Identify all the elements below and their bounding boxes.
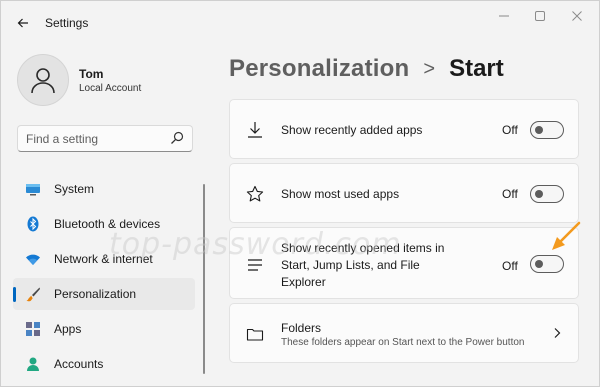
page-title: Start — [449, 55, 504, 82]
user-name: Tom — [79, 67, 104, 81]
settings-window: Settings Tom Local Account Find a settin… — [0, 0, 600, 387]
active-indicator — [13, 287, 16, 302]
user-profile[interactable]: Tom Local Account — [17, 54, 217, 106]
close-icon — [572, 11, 582, 21]
watermark: top-password.com — [109, 227, 402, 262]
close-button[interactable] — [561, 7, 593, 25]
sidebar-nav: System Bluetooth & devices Network & int… — [13, 173, 195, 383]
download-icon — [248, 122, 262, 138]
folders-description: These folders appear on Start next to th… — [281, 337, 525, 348]
setting-card-most-used: Show most used apps Off — [229, 163, 579, 223]
recently-opened-toggle[interactable] — [530, 255, 564, 273]
system-icon — [26, 184, 40, 196]
search-input[interactable]: Find a setting — [17, 125, 193, 152]
apps-icon — [26, 322, 40, 336]
brush-icon — [26, 287, 40, 302]
person-avatar-icon — [31, 68, 55, 94]
star-icon — [246, 185, 264, 202]
setting-label: Show recently added apps — [281, 123, 423, 137]
sidebar-item-accounts[interactable]: Accounts — [13, 348, 195, 380]
setting-label: Show most used apps — [281, 187, 400, 201]
minimize-icon — [499, 15, 509, 17]
maximize-button[interactable] — [524, 7, 556, 25]
annotation-arrow-icon — [552, 221, 581, 250]
title-bar: Settings — [1, 1, 599, 45]
toggle-state-label: Off — [502, 123, 518, 137]
sidebar-item-label: Personalization — [54, 287, 137, 301]
sidebar-item-personalization[interactable]: Personalization — [13, 278, 195, 310]
sidebar-scrollbar[interactable] — [203, 184, 205, 374]
account-type: Local Account — [79, 83, 142, 94]
sidebar-item-label: System — [54, 182, 95, 196]
app-title: Settings — [45, 16, 89, 30]
sidebar-item-label: Accounts — [54, 357, 104, 371]
minimize-button[interactable] — [488, 7, 520, 25]
toggle-state-label: Off — [502, 259, 518, 273]
breadcrumb: Personalization > Start — [229, 54, 504, 84]
wifi-icon — [26, 254, 40, 265]
search-placeholder: Find a setting — [26, 132, 99, 146]
folders-card[interactable]: Folders These folders appear on Start ne… — [229, 303, 579, 363]
maximize-icon — [535, 11, 545, 21]
sidebar-item-apps[interactable]: Apps — [13, 313, 195, 345]
bluetooth-icon — [27, 216, 39, 232]
person-icon — [27, 357, 39, 371]
sidebar-item-label: Apps — [54, 322, 82, 336]
recently-added-toggle[interactable] — [530, 121, 564, 139]
back-button[interactable] — [9, 10, 37, 36]
toggle-state-label: Off — [502, 187, 518, 201]
folder-icon — [246, 328, 264, 341]
avatar — [17, 54, 69, 106]
folders-label: Folders — [281, 321, 322, 335]
search-icon[interactable] — [170, 131, 184, 145]
chevron-right-icon — [554, 328, 561, 338]
setting-card-recently-added: Show recently added apps Off — [229, 99, 579, 159]
sidebar-item-system[interactable]: System — [13, 173, 195, 205]
breadcrumb-parent[interactable]: Personalization — [229, 55, 409, 83]
most-used-toggle[interactable] — [530, 185, 564, 203]
back-arrow-icon — [17, 18, 28, 28]
breadcrumb-separator: > — [423, 57, 436, 80]
